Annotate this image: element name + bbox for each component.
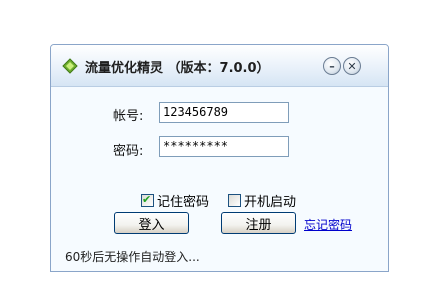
auto-start-checkbox[interactable]: [228, 194, 241, 207]
login-button[interactable]: 登入: [114, 212, 189, 234]
minimize-icon: –: [329, 59, 335, 73]
register-button[interactable]: 注册: [221, 212, 296, 234]
auto-start-option[interactable]: 开机启动: [228, 191, 296, 210]
password-input[interactable]: *********: [159, 136, 289, 157]
auto-login-status: 60秒后无操作自动登入...: [65, 250, 200, 264]
minimize-button[interactable]: –: [323, 57, 341, 75]
forgot-password-link[interactable]: 忘记密码: [304, 216, 352, 233]
close-button[interactable]: ✕: [343, 57, 361, 75]
checkmark-icon: ✔: [142, 193, 152, 206]
remember-password-checkbox[interactable]: ✔: [141, 193, 154, 207]
close-icon: ✕: [347, 59, 357, 73]
account-label: 帐号:: [113, 109, 144, 124]
password-label: 密码:: [113, 144, 144, 159]
remember-password-option[interactable]: ✔ 记住密码: [141, 191, 209, 210]
account-input[interactable]: 123456789: [159, 102, 289, 123]
title-bar[interactable]: 流量优化精灵 （版本：7.0.0） – ✕: [51, 45, 388, 87]
green-diamond-icon: [62, 58, 78, 74]
auto-start-label: 开机启动: [244, 195, 297, 210]
remember-password-label: 记住密码: [157, 195, 210, 210]
login-window: 流量优化精灵 （版本：7.0.0） – ✕ 帐号: 123456789 密码: …: [50, 44, 389, 272]
window-title: 流量优化精灵 （版本：7.0.0）: [85, 61, 270, 76]
